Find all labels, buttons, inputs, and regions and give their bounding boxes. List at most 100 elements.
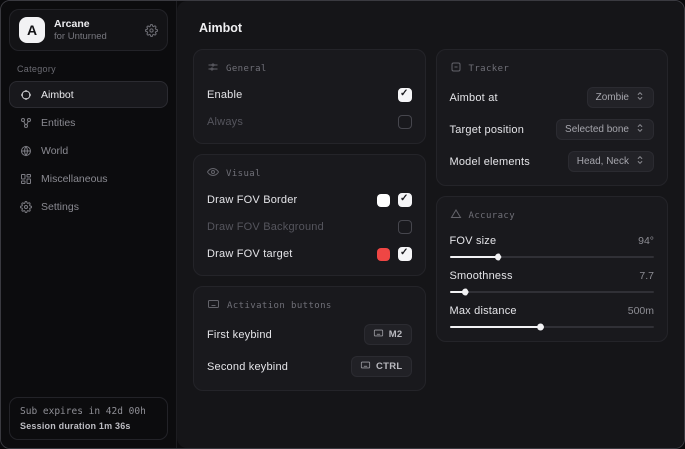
accuracy-card: Accuracy FOV size 94°	[436, 196, 669, 342]
target-position-dropdown[interactable]: Selected bone	[556, 119, 654, 140]
keybind-row-first: First keybind M2	[207, 324, 412, 345]
slider-value: 500m	[628, 305, 654, 317]
triangle-icon	[450, 208, 462, 223]
app-window: A Arcane for Unturned Category Aimbot	[0, 0, 685, 449]
card-header-label: Activation buttons	[227, 301, 332, 311]
setting-label: Draw FOV Background	[207, 221, 324, 233]
first-keybind-button[interactable]: M2	[364, 324, 412, 345]
sub-expiry-text: Sub expires in 42d 00h	[20, 406, 157, 417]
slider-fill	[450, 256, 497, 258]
setting-row-fov-target: Draw FOV target	[207, 246, 412, 262]
app-titles: Arcane for Unturned	[54, 18, 136, 42]
slider-thumb[interactable]	[537, 324, 544, 331]
visual-card: Visual Draw FOV Border Draw FOV Backgrou…	[193, 154, 426, 276]
right-column: Tracker Aimbot at Zombie Target position	[436, 49, 669, 342]
always-checkbox[interactable]	[398, 115, 412, 129]
setting-label: First keybind	[207, 329, 272, 341]
crosshair-icon	[20, 89, 32, 101]
main-panel: Aimbot General Enable	[177, 1, 684, 448]
sidebar-item-label: Settings	[41, 201, 79, 213]
slider-value: 94°	[638, 235, 654, 247]
card-header-label: Tracker	[469, 64, 510, 74]
eye-icon	[207, 166, 219, 181]
smoothness-slider[interactable]	[450, 291, 655, 293]
fov-border-checkbox[interactable]	[398, 193, 412, 207]
keyboard-icon	[360, 360, 371, 373]
left-column: General Enable Always	[193, 49, 426, 391]
app-header-card: A Arcane for Unturned	[9, 9, 168, 51]
keybind-value: CTRL	[376, 361, 403, 372]
keybind-row-second: Second keybind CTRL	[207, 356, 412, 377]
settings-gear-icon	[20, 201, 32, 213]
fov-background-checkbox[interactable]	[398, 220, 412, 234]
sliders-icon	[207, 61, 219, 76]
general-card: General Enable Always	[193, 49, 426, 144]
setting-row-fov-background: Draw FOV Background	[207, 219, 412, 235]
subscription-box: Sub expires in 42d 00h Session duration …	[9, 397, 168, 440]
slider-row-smoothness: Smoothness 7.7	[450, 270, 655, 293]
setting-label: Aimbot at	[450, 92, 498, 104]
slider-row-max-distance: Max distance 500m	[450, 305, 655, 328]
fov-size-slider[interactable]	[450, 256, 655, 258]
app-subtitle: for Unturned	[54, 31, 136, 42]
chevrons-up-down-icon	[635, 155, 645, 168]
setting-label: Always	[207, 116, 243, 128]
setting-label: FOV size	[450, 235, 497, 247]
setting-label: Enable	[207, 89, 242, 101]
setting-label: Model elements	[450, 156, 530, 168]
sidebar-item-label: Aimbot	[41, 89, 74, 101]
model-elements-dropdown[interactable]: Head, Neck	[568, 151, 654, 172]
dropdown-value: Zombie	[596, 92, 629, 103]
layout-grid-icon	[20, 173, 32, 185]
session-duration-text: Session duration 1m 36s	[20, 421, 157, 431]
category-label: Category	[17, 64, 168, 74]
setting-label: Draw FOV Border	[207, 194, 297, 206]
keyboard-icon	[207, 298, 220, 313]
sidebar-item-miscellaneous[interactable]: Miscellaneous	[9, 165, 168, 192]
keyboard-icon	[373, 328, 384, 341]
chevrons-up-down-icon	[635, 123, 645, 136]
setting-label: Target position	[450, 124, 525, 136]
setting-label: Max distance	[450, 305, 517, 317]
slider-thumb[interactable]	[462, 289, 469, 296]
activation-card: Activation buttons First keybind M2 Seco…	[193, 286, 426, 391]
fov-target-checkbox[interactable]	[398, 247, 412, 261]
chevrons-up-down-icon	[635, 91, 645, 104]
tracker-row-aimbot-at: Aimbot at Zombie	[450, 87, 655, 108]
sidebar-item-aimbot[interactable]: Aimbot	[9, 81, 168, 108]
sidebar-item-settings[interactable]: Settings	[9, 193, 168, 220]
setting-row-enable: Enable	[207, 87, 412, 103]
max-distance-slider[interactable]	[450, 326, 655, 328]
dropdown-value: Selected bone	[565, 124, 629, 135]
tracker-card: Tracker Aimbot at Zombie Target position	[436, 49, 669, 186]
app-logo: A	[19, 17, 45, 43]
sidebar-nav: Aimbot Entities World Miscellaneous	[9, 81, 168, 220]
gear-icon[interactable]	[145, 24, 158, 37]
slider-thumb[interactable]	[495, 254, 502, 261]
card-header-label: Visual	[226, 169, 261, 179]
enable-checkbox[interactable]	[398, 88, 412, 102]
slider-row-fov-size: FOV size 94°	[450, 235, 655, 258]
color-swatch[interactable]	[377, 248, 390, 261]
card-header-label: General	[226, 64, 267, 74]
aimbot-at-dropdown[interactable]: Zombie	[587, 87, 654, 108]
sidebar-item-label: Miscellaneous	[41, 173, 108, 185]
globe-icon	[20, 145, 32, 157]
page-title: Aimbot	[199, 21, 668, 35]
setting-label: Smoothness	[450, 270, 513, 282]
setting-row-always: Always	[207, 114, 412, 130]
card-header-label: Accuracy	[469, 211, 516, 221]
entities-icon	[20, 117, 32, 129]
sidebar-item-entities[interactable]: Entities	[9, 109, 168, 136]
focus-icon	[450, 61, 462, 76]
tracker-row-target-position: Target position Selected bone	[450, 119, 655, 140]
slider-fill	[450, 291, 464, 293]
tracker-row-model-elements: Model elements Head, Neck	[450, 151, 655, 172]
color-swatch[interactable]	[377, 194, 390, 207]
keybind-value: M2	[389, 329, 403, 340]
slider-fill	[450, 326, 540, 328]
sidebar-item-label: Entities	[41, 117, 75, 129]
setting-label: Second keybind	[207, 361, 288, 373]
sidebar-item-world[interactable]: World	[9, 137, 168, 164]
second-keybind-button[interactable]: CTRL	[351, 356, 412, 377]
